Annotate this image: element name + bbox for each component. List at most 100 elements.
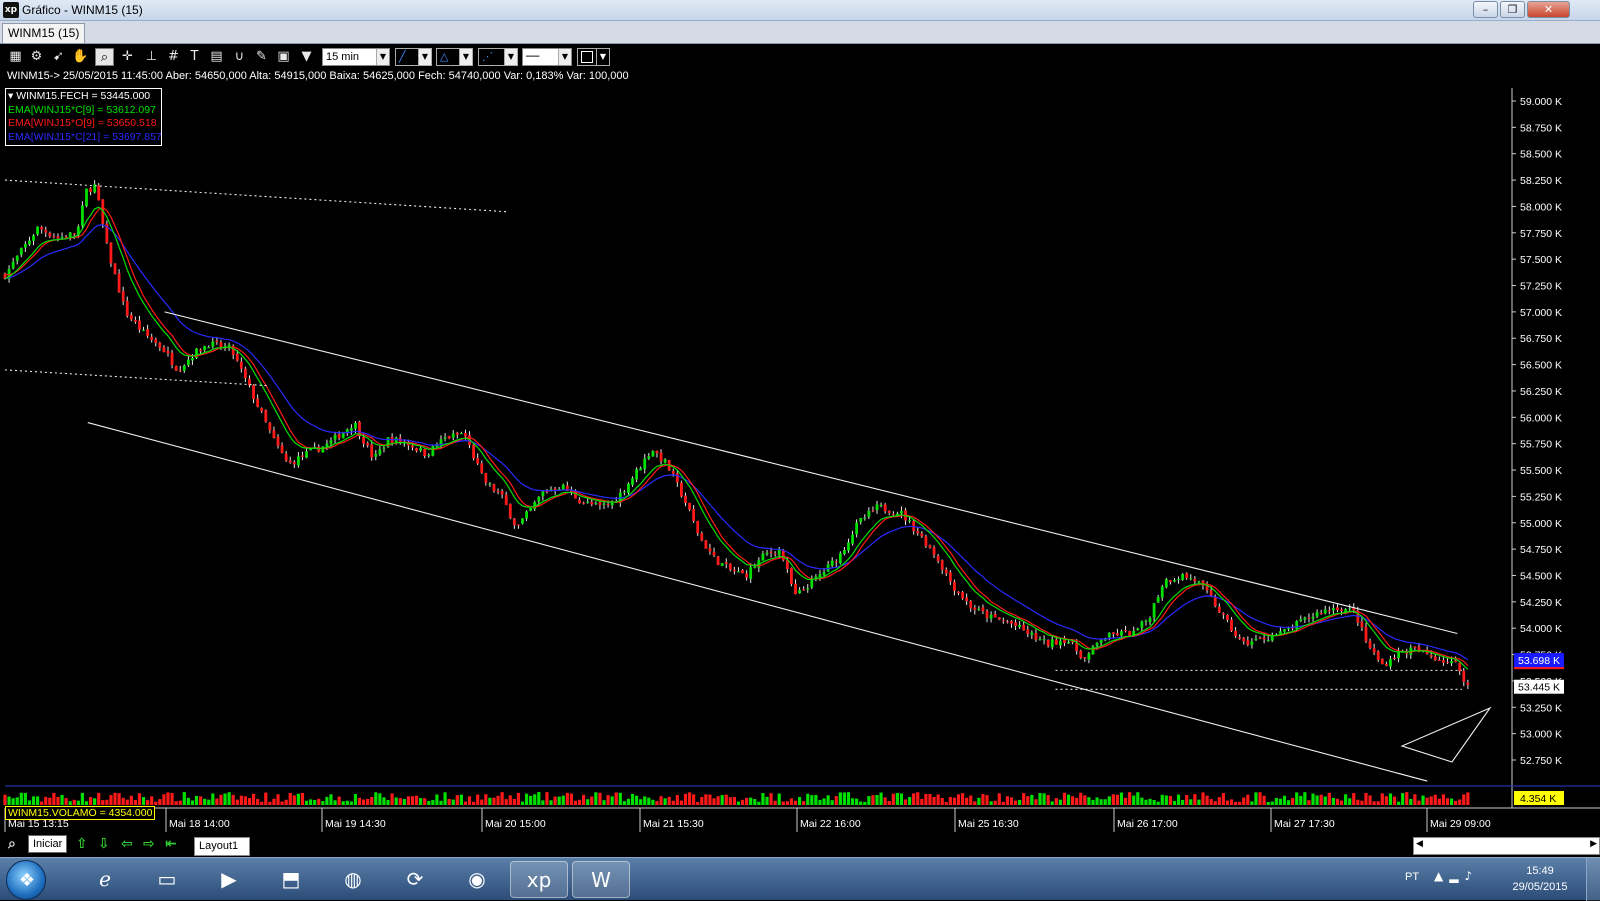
candle-body — [1266, 639, 1270, 641]
volume-bar — [410, 796, 415, 805]
candle-body — [1095, 642, 1099, 646]
volume-bar — [1380, 793, 1384, 805]
price-chart[interactable]: 59.000 K 58.750 K 58.500 K 58.250 K 58.000 K… — [0, 0, 1600, 834]
candle-body — [129, 314, 133, 320]
volume-bar — [545, 792, 549, 805]
candle-body — [296, 456, 300, 466]
volume-bar — [1034, 799, 1038, 805]
volume-icon[interactable]: ♪ — [1464, 869, 1478, 883]
volume-bar — [72, 799, 76, 805]
volume-bar — [549, 800, 553, 805]
volume-bar — [133, 800, 137, 805]
volume-bar — [765, 796, 769, 805]
horizontal-scrollbar[interactable]: ◀ ▶ — [1413, 837, 1600, 855]
volume-bar — [76, 800, 80, 805]
arrow-down-icon[interactable]: ⇩ — [98, 835, 110, 853]
volume-bar — [761, 793, 765, 805]
volume-bar — [166, 792, 170, 805]
arrow-up-icon[interactable]: ⇧ — [76, 835, 88, 853]
volume-bar — [1209, 799, 1213, 805]
ema-o9-line — [4, 206, 1469, 667]
candle-body — [627, 483, 630, 493]
volume-bar — [643, 796, 647, 805]
volume-bar — [1266, 801, 1270, 805]
y-tick-label: 55.000 K — [1520, 518, 1562, 530]
volume-bar — [834, 796, 838, 805]
candle-body — [305, 451, 308, 458]
volume-bar — [170, 793, 174, 805]
volume-bar — [284, 799, 288, 805]
candle-body — [900, 510, 903, 514]
volume-bar — [88, 797, 93, 805]
volume-bar — [1238, 801, 1242, 805]
volume-bar — [182, 792, 186, 805]
candle-body — [292, 462, 296, 465]
candle-body — [1046, 639, 1050, 646]
volume-bar — [883, 797, 887, 805]
volume-bar — [716, 796, 720, 805]
triangle-drawing[interactable] — [1400, 706, 1492, 763]
candle-body — [1087, 653, 1091, 660]
candle-body — [639, 468, 643, 471]
volume-bar — [1168, 796, 1172, 805]
sync-icon[interactable]: ⟳ — [386, 861, 444, 898]
candle-body — [1311, 616, 1315, 619]
candle-body — [781, 549, 785, 561]
folder-icon[interactable]: ▭ — [138, 861, 196, 898]
media-player-icon[interactable]: ▶ — [200, 861, 258, 898]
chrome-icon[interactable]: ◉ — [448, 861, 506, 898]
arrow-right-icon[interactable]: ⇨ — [143, 835, 155, 853]
trend-lines[interactable] — [4, 179, 1492, 782]
volume-bar — [590, 796, 594, 805]
volume-bar — [948, 797, 952, 805]
tab-layout1[interactable]: Layout1 — [194, 837, 250, 856]
iniciar-button[interactable]: Iniciar — [28, 835, 68, 853]
candle-body — [19, 248, 23, 255]
remote-desktop-icon[interactable]: ⬒ — [262, 861, 320, 898]
tray-expand-icon[interactable]: ▲ — [1434, 869, 1449, 883]
system-clock[interactable]: 15:49 29/05/2015 — [1505, 863, 1575, 895]
xp-app-icon[interactable]: xp — [510, 861, 568, 898]
candle-body — [333, 434, 337, 440]
hp-icon[interactable]: ◍ — [324, 861, 382, 898]
candle-body — [1168, 580, 1172, 582]
volume-bar — [850, 798, 855, 805]
volume-bar — [1291, 798, 1295, 805]
volume-bar — [781, 801, 785, 805]
word-icon[interactable]: W — [572, 861, 630, 898]
candle-body — [362, 437, 365, 444]
x-tick-label: Mai 25 16:30 — [958, 818, 1019, 830]
candle-body — [517, 524, 520, 526]
arrow-first-icon[interactable]: ⇤ — [165, 835, 177, 853]
show-desktop-button[interactable] — [1586, 858, 1600, 901]
tray-icons[interactable]: ▲▂♪ — [1434, 869, 1478, 883]
volume-bar — [1176, 794, 1181, 805]
volume-bar — [31, 796, 36, 805]
volume-bar — [1242, 797, 1246, 805]
scroll-left-icon[interactable]: ◀ — [1416, 839, 1423, 849]
volume-bar — [223, 793, 227, 805]
language-indicator[interactable]: PT — [1405, 871, 1419, 883]
volume-bar — [912, 793, 916, 805]
trend-line[interactable] — [4, 179, 507, 213]
candle-body — [1327, 610, 1331, 612]
candle-body — [635, 469, 638, 480]
candle-body — [606, 503, 610, 505]
candle-body — [891, 513, 895, 515]
trend-line[interactable] — [4, 369, 269, 387]
candle-body — [1397, 652, 1400, 659]
volume-bar — [64, 798, 68, 805]
arrow-left-icon[interactable]: ⇦ — [121, 835, 133, 853]
network-icon[interactable]: ▂ — [1449, 869, 1464, 883]
candle-body — [1221, 613, 1225, 615]
scroll-right-icon[interactable]: ▶ — [1590, 839, 1597, 849]
ie-icon[interactable]: ℯ — [76, 861, 134, 898]
bottom-bar: ⌕ Iniciar ⇧ ⇩ ⇦ ⇨ ⇤ Layout1 ◀ ▶ — [0, 834, 1600, 856]
search-icon[interactable]: ⌕ — [8, 835, 16, 853]
volume-bar — [247, 798, 252, 805]
volume-bar — [651, 799, 655, 805]
candle-body — [1006, 621, 1009, 623]
volume-bar — [1123, 797, 1128, 805]
start-button[interactable]: ❖ — [6, 860, 46, 900]
volume-bar — [296, 793, 300, 805]
